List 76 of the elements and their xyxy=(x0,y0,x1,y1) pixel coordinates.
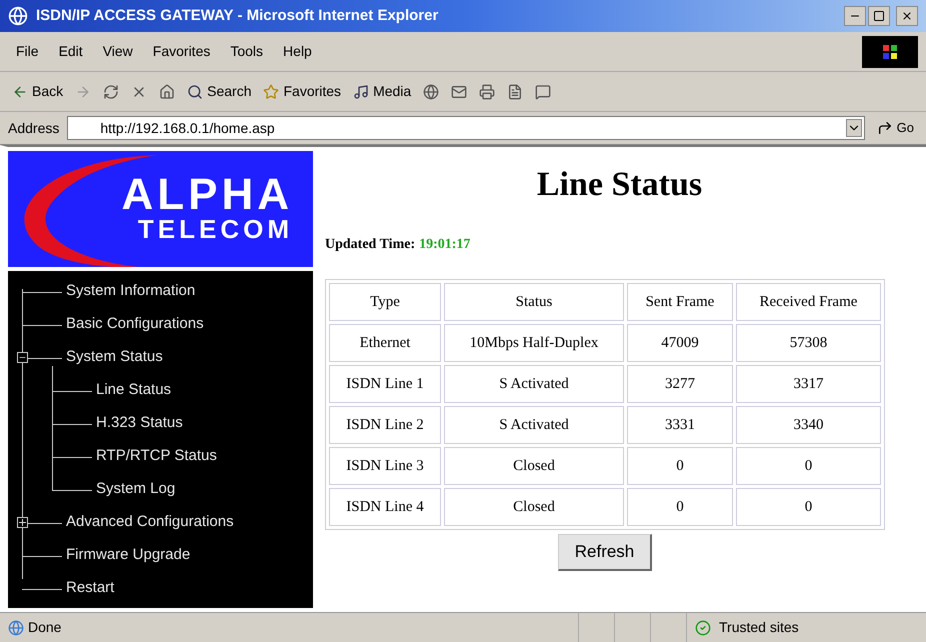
window-title: ISDN/IP ACCESS GATEWAY - Microsoft Internet Explorer xyxy=(36,6,440,26)
close-button[interactable] xyxy=(896,6,918,26)
table-cell: S Activated xyxy=(444,365,624,403)
sidebar-item[interactable]: Restart xyxy=(62,577,114,600)
refresh-icon[interactable] xyxy=(103,84,120,100)
sidebar-item[interactable]: H.323 Status xyxy=(92,412,183,435)
globe-icon[interactable] xyxy=(423,84,440,100)
sidebar-item[interactable]: System Log xyxy=(92,478,176,501)
printer-icon[interactable] xyxy=(479,84,496,100)
go-button[interactable]: Go xyxy=(872,118,918,138)
menu-item[interactable]: Tools xyxy=(230,41,264,62)
table-cell: ISDN Line 1 xyxy=(329,365,441,403)
menu-item[interactable]: File xyxy=(16,41,39,62)
star-icon xyxy=(263,84,280,100)
table-cell: 0 xyxy=(736,447,881,485)
sidebar-item[interactable]: Line Status xyxy=(92,379,172,402)
home-icon[interactable] xyxy=(159,84,176,100)
table-cell: Closed xyxy=(444,447,624,485)
menu-item[interactable]: View xyxy=(102,41,133,62)
sidebar-item[interactable]: System Status xyxy=(62,346,163,369)
maximize-button[interactable] xyxy=(868,6,890,26)
address-label: Address xyxy=(8,118,60,138)
table-cell: 10Mbps Half-Duplex xyxy=(444,324,624,362)
go-arrow-icon xyxy=(876,120,893,136)
column-header: Sent Frame xyxy=(627,283,733,321)
logo: ALPHA TELECOM xyxy=(8,151,313,267)
table-cell: ISDN Line 4 xyxy=(329,488,441,526)
toolbar-button[interactable]: Search xyxy=(187,81,252,102)
search-icon xyxy=(187,84,204,100)
table-cell: ISDN Line 3 xyxy=(329,447,441,485)
sidebar-item[interactable]: Basic Configurations xyxy=(62,313,204,336)
table-cell: 3277 xyxy=(627,365,733,403)
check-icon xyxy=(695,620,711,636)
table-cell: ISDN Line 2 xyxy=(329,406,441,444)
chat-icon[interactable] xyxy=(535,84,552,100)
document-icon[interactable] xyxy=(507,84,524,100)
maximize-icon xyxy=(873,10,885,22)
status-text: Done xyxy=(28,618,62,637)
page-icon xyxy=(8,6,28,26)
refresh-button[interactable]: Refresh xyxy=(558,534,652,570)
toolbar-button[interactable]: Media xyxy=(353,81,412,102)
sidebar-item[interactable]: Advanced Configurations xyxy=(62,511,234,534)
sidebar-item[interactable]: System Information xyxy=(62,280,196,303)
toolbar-button[interactable]: Favorites xyxy=(263,81,342,102)
table-cell: 0 xyxy=(736,488,881,526)
column-header: Status xyxy=(444,283,624,321)
table-cell: 3340 xyxy=(736,406,881,444)
table-cell: 3331 xyxy=(627,406,733,444)
sidebar-item[interactable]: Firmware Upgrade xyxy=(62,544,190,567)
menu-item[interactable]: Edit xyxy=(58,41,83,62)
column-header: Received Frame xyxy=(736,283,881,321)
column-header: Type xyxy=(329,283,441,321)
sidebar-item[interactable]: RTP/RTCP Status xyxy=(92,445,217,468)
updated-time-value: 19:01:17 xyxy=(419,236,470,254)
expand-icon[interactable] xyxy=(17,517,28,528)
close-icon xyxy=(901,10,913,22)
menu-item[interactable]: Favorites xyxy=(152,41,210,62)
table-cell: 0 xyxy=(627,447,733,485)
updated-time-label: Updated Time: xyxy=(325,236,416,254)
table-cell: 57308 xyxy=(736,324,881,362)
page-icon xyxy=(8,620,24,636)
zone-text: Trusted sites xyxy=(719,618,799,637)
address-field[interactable]: http://192.168.0.1/home.asp xyxy=(67,116,865,140)
table-cell: Ethernet xyxy=(329,324,441,362)
page-title: Line Status xyxy=(536,165,704,205)
windows-logo-icon xyxy=(862,36,918,68)
table-cell: 0 xyxy=(627,488,733,526)
table-cell: 47009 xyxy=(627,324,733,362)
mail-icon[interactable] xyxy=(451,84,468,100)
collapse-icon[interactable] xyxy=(17,352,28,363)
music-icon xyxy=(353,84,370,100)
table-cell: 3317 xyxy=(736,365,881,403)
toolbar-button[interactable]: Back xyxy=(12,81,64,102)
menu-item[interactable]: Help xyxy=(283,41,312,62)
table-cell: S Activated xyxy=(444,406,624,444)
table-cell: Closed xyxy=(444,488,624,526)
